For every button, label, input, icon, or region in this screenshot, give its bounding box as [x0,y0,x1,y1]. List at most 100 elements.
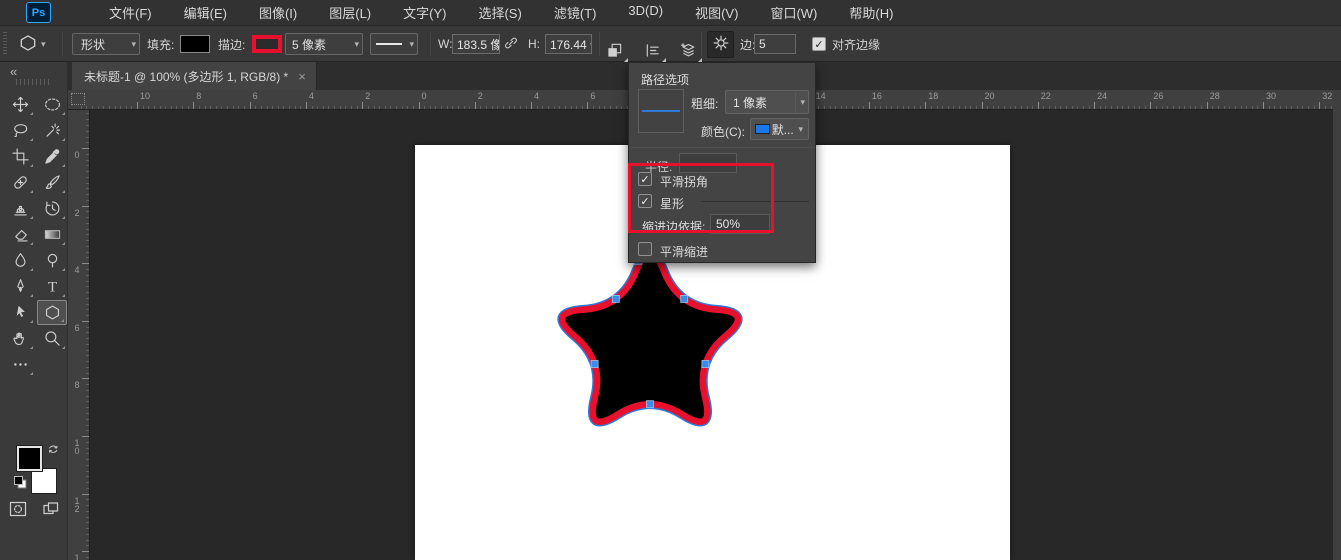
flyout-arrow-icon [624,58,628,62]
stroke-width-select[interactable]: 5 像素 ▾ [285,26,363,62]
elliptical-marquee-tool-icon [44,96,61,113]
menu-item-7[interactable]: 3D(D) [612,0,679,26]
clone-stamp-tool[interactable] [5,196,35,221]
document-tab-title: 未标题-1 @ 100% (多边形 1, RGB/8) * [84,69,289,84]
pen-tool[interactable] [5,274,35,299]
vruler-label: 2 [74,207,80,218]
panel-grip[interactable] [16,79,52,85]
menu-bar: Ps 文件(F) 编辑(E) 图像(I) 图层(L) 文字(Y) 选择(S) 滤镜(T) 3D… [0,0,1341,26]
stroke-swatch[interactable] [252,26,282,62]
background-color-swatch[interactable] [31,468,57,494]
menu-item-0[interactable]: 文件(F) [93,0,168,26]
dodge-tool-icon [44,252,61,269]
zoom-tool[interactable] [37,326,67,351]
default-colors-icon[interactable] [14,476,27,494]
menu-item-1[interactable]: 编辑(E) [168,0,243,26]
type-tool[interactable]: T [37,274,67,299]
eyedropper-tool[interactable] [37,144,67,169]
close-icon[interactable]: × [298,69,306,84]
fill-swatch[interactable] [180,26,210,62]
menu-item-3[interactable]: 图层(L) [313,0,387,26]
quick-mask-button[interactable] [9,500,27,523]
color-label: 颜色(C): [701,125,745,139]
shape-options-gear-button[interactable] [707,31,734,58]
vruler-label: 10 [74,438,80,456]
vruler-label: 6 [74,322,80,333]
path-arrangement-button[interactable] [680,26,702,62]
hand-tool-icon [12,330,29,347]
hruler-label: 4 [534,91,540,101]
height-input[interactable]: 176.44 像 [545,26,592,62]
menu-item-2[interactable]: 图像(I) [243,0,313,26]
lasso-tool[interactable] [5,118,35,143]
magic-wand-tool[interactable] [37,118,67,143]
chevron-down-icon: ▾ [354,38,359,49]
menu-item-5[interactable]: 选择(S) [462,0,537,26]
vertical-ruler: 0 2 4 6 8 10 12 14 [68,110,90,560]
collapse-panel-button[interactable]: « [10,64,17,79]
move-tool[interactable] [5,92,35,117]
align-edges-checkbox[interactable]: ✓ [812,26,826,62]
separator [701,32,702,56]
spot-healing-brush-tool[interactable] [5,170,35,195]
hruler-label: 30 [1266,91,1277,101]
zoom-tool-icon [44,330,61,347]
panel-title: 路径选项 [641,73,690,87]
color-value: 默... [771,122,794,137]
path-preview-box [638,89,684,133]
menu-item-8[interactable]: 视图(V) [679,0,754,26]
smooth-indents-checkbox[interactable]: ✓ [638,242,652,256]
history-brush-tool-icon [44,200,61,217]
hruler-label: 0 [421,91,427,101]
stroke-label: 描边: [218,37,246,52]
tool-preset-picker[interactable]: ▾ [18,26,49,62]
crop-tool[interactable] [5,144,35,169]
align-edges-label: 对齐边缘 [832,37,881,52]
swap-colors-icon[interactable] [47,443,61,462]
link-dimensions-icon[interactable] [503,26,519,62]
menu-item-10[interactable]: 帮助(H) [833,0,909,26]
menu-item-4[interactable]: 文字(Y) [387,0,462,26]
magic-wand-tool-icon [44,122,61,139]
vruler-label: 12 [74,495,80,514]
options-bar-grip[interactable] [3,32,7,56]
width-input[interactable]: 183.5 像 [452,26,500,62]
ruler-origin-icon[interactable] [71,93,85,105]
eraser-tool[interactable] [5,222,35,247]
color-select[interactable]: 默... ▾ [750,118,809,140]
menu-item-9[interactable]: 窗口(W) [754,0,833,26]
polygon-shape-tool[interactable] [37,300,67,325]
sides-input[interactable]: 5 [754,26,796,62]
chevron-down-icon: ▾ [41,38,46,49]
gradient-tool[interactable] [37,222,67,247]
solid-line-icon [376,43,402,45]
brush-tool[interactable] [37,170,67,195]
logo-text: Ps [31,6,46,19]
crop-tool-icon [11,148,29,165]
path-alignment-button[interactable] [644,26,666,62]
blur-tool[interactable] [5,248,35,273]
thickness-select[interactable]: 1 像素 ▾ [725,90,809,114]
photoshop-logo: Ps [26,2,51,23]
path-operations-button[interactable] [606,26,628,62]
screen-mode-button[interactable] [42,500,60,523]
hruler-label: 6 [252,91,258,101]
document-tab[interactable]: 未标题-1 @ 100% (多边形 1, RGB/8) * × [72,62,317,90]
edit-toolbar[interactable] [5,352,35,377]
foreground-color-swatch[interactable] [16,445,43,472]
vruler-label: 8 [74,380,80,391]
hruler-label: 14 [815,91,826,101]
menu-item-6[interactable]: 滤镜(T) [538,0,613,26]
width-label: W: [438,37,453,51]
hand-tool[interactable] [5,326,35,351]
dodge-tool[interactable] [37,248,67,273]
elliptical-marquee-tool[interactable] [37,92,67,117]
path-selection-tool[interactable] [5,300,35,325]
spot-healing-brush-tool-icon [12,174,29,191]
stroke-width-value: 5 像素 [292,37,327,52]
history-brush-tool[interactable] [37,196,67,221]
move-tool-icon [12,96,29,113]
stroke-style-select[interactable]: ▾ [370,26,418,62]
tool-mode-select[interactable]: 形状 ▾ [72,26,140,62]
screen-mode-icon [42,502,60,522]
